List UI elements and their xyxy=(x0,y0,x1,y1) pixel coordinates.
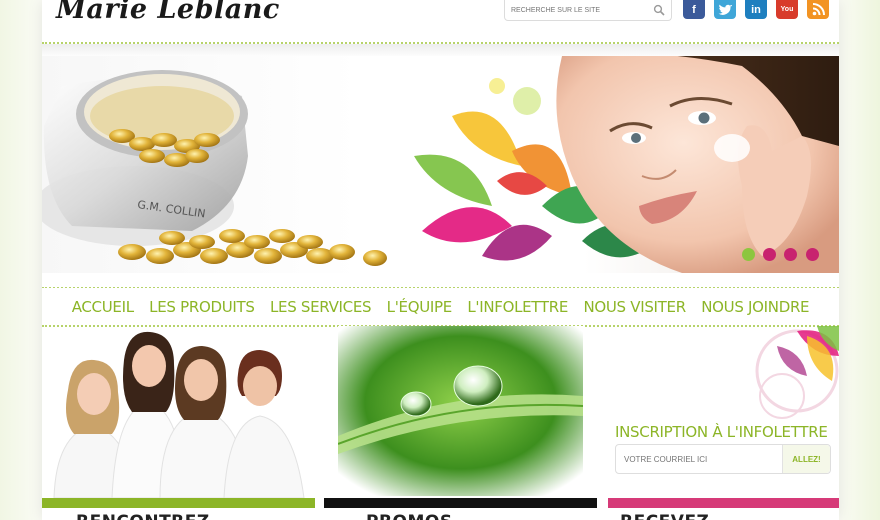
team-photo[interactable] xyxy=(42,330,317,498)
social-links: f in You xyxy=(683,0,829,19)
newsletter-section: INSCRIPTION À L'INFOLETTRE ALLEZ! xyxy=(602,326,839,496)
column-title-rencontrez[interactable]: RENCONTREZ xyxy=(76,512,210,520)
site-logo[interactable]: Marie Leblanc xyxy=(56,0,280,25)
slide-dot-3[interactable] xyxy=(784,248,797,261)
newsletter-submit-button[interactable]: ALLEZ! xyxy=(782,445,830,473)
search-icon[interactable] xyxy=(653,3,665,21)
rss-icon[interactable] xyxy=(807,0,829,19)
column-bar-recevez xyxy=(608,498,839,508)
linkedin-icon[interactable]: in xyxy=(745,0,767,19)
page: Marie Leblanc f in You xyxy=(42,0,839,520)
search-input[interactable] xyxy=(505,6,645,14)
nav-item-accueil[interactable]: ACCUEIL xyxy=(72,298,134,316)
column-title-promos[interactable]: PROMOS xyxy=(366,512,453,520)
slide-dot-1[interactable] xyxy=(742,248,755,261)
column-bar-promos xyxy=(324,498,597,508)
slide-dot-4[interactable] xyxy=(806,248,819,261)
nav-item-infolettre[interactable]: L'INFOLETTRE xyxy=(467,298,568,316)
main-nav: ACCUEIL LES PRODUITS LES SERVICES L'ÉQUI… xyxy=(42,288,839,326)
newsletter-form: ALLEZ! xyxy=(615,444,831,474)
column-title-recevez[interactable]: RECEVEZ xyxy=(620,512,709,520)
hero-slider[interactable]: G.M. COLLIN xyxy=(42,56,839,273)
column-bar-rencontrez xyxy=(42,498,315,508)
flower-decoration xyxy=(755,326,839,419)
nav-item-equipe[interactable]: L'ÉQUIPE xyxy=(387,298,453,316)
search-box[interactable] xyxy=(504,0,672,21)
promo-image[interactable] xyxy=(338,326,583,496)
hero-image: G.M. COLLIN xyxy=(42,56,839,273)
youtube-icon[interactable]: You xyxy=(776,0,798,19)
nav-item-services[interactable]: LES SERVICES xyxy=(270,298,372,316)
twitter-icon[interactable] xyxy=(714,0,736,19)
slide-dot-2[interactable] xyxy=(763,248,776,261)
facebook-icon[interactable]: f xyxy=(683,0,705,19)
newsletter-title: INSCRIPTION À L'INFOLETTRE xyxy=(615,423,828,441)
email-input[interactable] xyxy=(616,454,782,464)
nav-item-joindre[interactable]: NOUS JOINDRE xyxy=(701,298,809,316)
nav-item-visiter[interactable]: NOUS VISITER xyxy=(583,298,686,316)
nav-item-produits[interactable]: LES PRODUITS xyxy=(149,298,255,316)
